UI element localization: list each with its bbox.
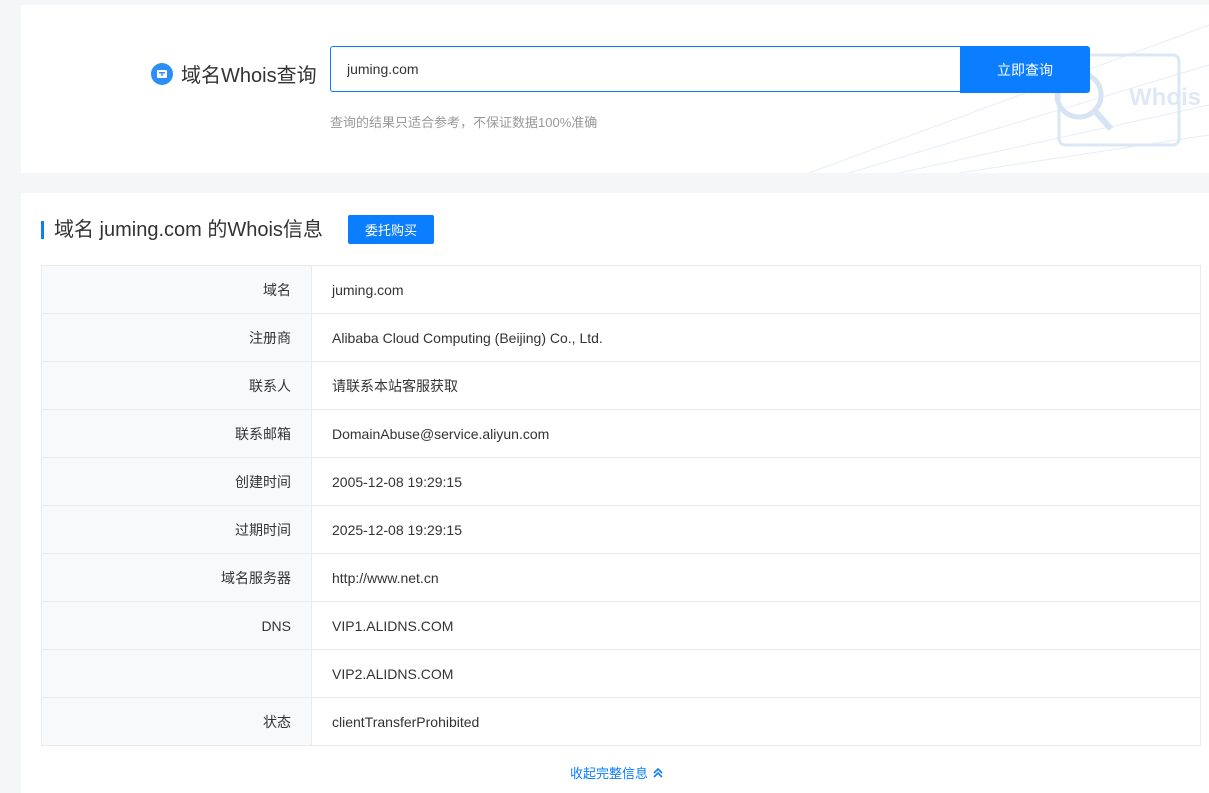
row-label: 过期时间	[41, 505, 312, 554]
row-label: 创建时间	[41, 457, 312, 506]
double-chevron-up-icon	[653, 767, 663, 778]
table-row: 域名服务器 http://www.net.cn	[41, 553, 1201, 602]
search-hint: 查询的结果只适合参考，不保证数据100%准确	[330, 115, 598, 130]
table-row: 过期时间 2025-12-08 19:29:15	[41, 505, 1201, 554]
whois-result-panel: 域名 juming.com 的Whois信息 委托购买 域名 juming.com…	[21, 193, 1209, 793]
row-value: clientTransferProhibited	[311, 697, 1201, 746]
table-row: 域名 juming.com	[41, 265, 1201, 314]
title-accent-bar	[41, 220, 44, 239]
row-label: 状态	[41, 697, 312, 746]
table-row: 创建时间 2005-12-08 19:29:15	[41, 457, 1201, 506]
whois-table: 域名 juming.com 注册商 Alibaba Cloud Computing …	[41, 265, 1201, 746]
row-label: 域名服务器	[41, 553, 312, 602]
table-row: DNS VIP1.ALIDNS.COM	[41, 601, 1201, 650]
row-value: http://www.net.cn	[311, 553, 1201, 602]
search-panel: Whois 域名Whois查询 立即查询 查询的结果只适合参考，不保证数据100…	[21, 5, 1209, 173]
table-row: VIP2.ALIDNS.COM	[41, 649, 1201, 698]
row-value: VIP1.ALIDNS.COM	[311, 601, 1201, 650]
domain-search-input[interactable]	[331, 47, 960, 91]
search-button[interactable]: 立即查询	[960, 46, 1090, 93]
table-row: 联系邮箱 DomainAbuse@service.aliyun.com	[41, 409, 1201, 458]
search-title: 域名Whois查询	[181, 65, 317, 87]
row-label	[41, 649, 312, 698]
row-label: 域名	[41, 265, 312, 314]
domain-search-field[interactable]	[330, 46, 960, 92]
whois-logo-icon	[151, 62, 173, 85]
row-value: Alibaba Cloud Computing (Beijing) Co., L…	[311, 313, 1201, 362]
row-label: 联系人	[41, 361, 312, 410]
search-heading: 域名Whois查询	[151, 59, 317, 88]
row-value: VIP2.ALIDNS.COM	[311, 649, 1201, 698]
table-row: 状态 clientTransferProhibited	[41, 697, 1201, 746]
row-label: 联系邮箱	[41, 409, 312, 458]
row-label: 注册商	[41, 313, 312, 362]
delegate-buy-button[interactable]: 委托购买	[348, 215, 434, 244]
row-label: DNS	[41, 601, 312, 650]
table-row: 联系人 请联系本站客服获取	[41, 361, 1201, 410]
collapse-info-link[interactable]: 收起完整信息	[570, 763, 664, 782]
collapse-label: 收起完整信息	[570, 766, 649, 781]
row-value: 2025-12-08 19:29:15	[311, 505, 1201, 554]
row-value: juming.com	[311, 265, 1201, 314]
table-row: 注册商 Alibaba Cloud Computing (Beijing) Co.…	[41, 313, 1201, 362]
result-title: 域名 juming.com 的Whois信息	[54, 219, 323, 241]
result-header: 域名 juming.com 的Whois信息	[41, 213, 323, 242]
row-value: DomainAbuse@service.aliyun.com	[311, 409, 1201, 458]
row-value: 2005-12-08 19:29:15	[311, 457, 1201, 506]
whois-watermark: Whois	[1129, 84, 1201, 111]
row-value: 请联系本站客服获取	[311, 361, 1201, 410]
